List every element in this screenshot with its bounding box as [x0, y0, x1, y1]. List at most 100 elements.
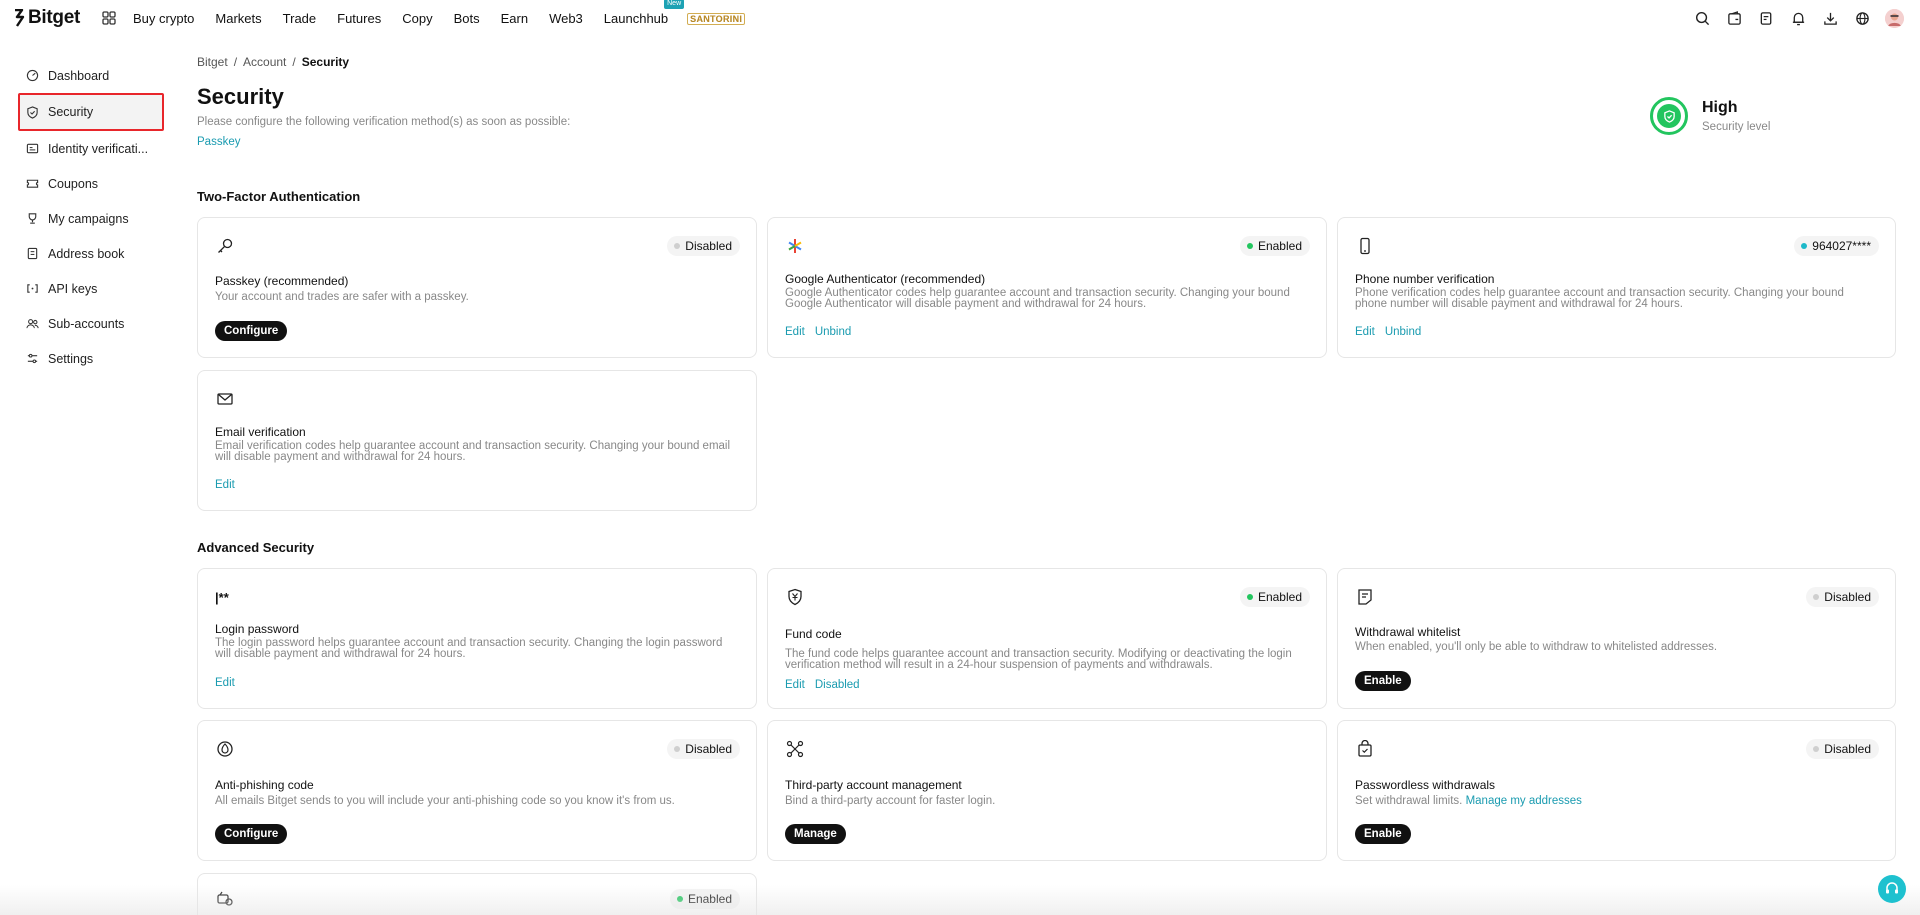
edit-link[interactable]: Edit — [215, 677, 235, 689]
globe-icon[interactable] — [1853, 9, 1872, 28]
nav-web3[interactable]: Web3 — [549, 11, 583, 26]
status-label: Disabled — [1824, 742, 1871, 756]
nav-copy[interactable]: Copy — [402, 11, 432, 26]
section-advanced: Advanced Security — [197, 540, 315, 555]
bitget-logo-icon — [15, 9, 25, 27]
nav-buy-crypto[interactable]: Buy crypto — [133, 11, 194, 26]
manage-third-party-button[interactable]: Manage — [785, 824, 846, 844]
status-badge: Enabled — [669, 889, 740, 909]
status-badge: Disabled — [667, 236, 740, 256]
search-icon[interactable] — [1693, 9, 1712, 28]
nav-trade[interactable]: Trade — [283, 11, 316, 26]
card-description: Phone verification codes help guarantee … — [1355, 287, 1844, 310]
breadcrumb-account[interactable]: Account — [243, 55, 286, 69]
top-nav: Bitget Buy crypto Markets Trade Futures … — [0, 0, 1920, 37]
unbind-link[interactable]: Unbind — [815, 326, 851, 338]
card-title: Login password — [215, 622, 300, 636]
coupon-icon — [26, 177, 39, 190]
users-icon — [26, 317, 39, 330]
main-menu: Buy crypto Markets Trade Futures Copy Bo… — [133, 0, 746, 37]
card-description: All emails Bitget sends to you will incl… — [215, 795, 675, 807]
bitget-logo[interactable]: Bitget — [12, 7, 80, 29]
bell-icon[interactable] — [1789, 9, 1808, 28]
new-badge: New — [664, 0, 685, 9]
security-level-badge — [1650, 97, 1688, 135]
card-title: Third-party account management — [785, 778, 962, 792]
orders-icon[interactable] — [1757, 9, 1776, 28]
sidebar-item-sub-accounts[interactable]: Sub-accounts — [18, 306, 164, 341]
withdrawal-whitelist-card: Disabled Withdrawal whitelist When enabl… — [1337, 568, 1896, 709]
sidebar-item-coupons[interactable]: Coupons — [18, 166, 164, 201]
nav-earn[interactable]: Earn — [501, 11, 528, 26]
sidebar-item-security[interactable]: Security — [18, 93, 164, 131]
card-description-text: Set withdrawal limits. — [1355, 795, 1463, 807]
nav-futures[interactable]: Futures — [337, 11, 381, 26]
security-level: High Security level — [1650, 97, 1770, 135]
google-authenticator-card: Enabled Google Authenticator (recommende… — [767, 217, 1327, 358]
nav-markets[interactable]: Markets — [215, 11, 261, 26]
status-dot — [674, 746, 681, 752]
breadcrumb: Bitget / Account / Security — [197, 55, 349, 69]
status-badge: Disabled — [1806, 739, 1879, 759]
apps-grid-icon[interactable] — [102, 11, 116, 25]
section-two-factor: Two-Factor Authentication — [197, 189, 361, 204]
unbind-link[interactable]: Unbind — [1385, 326, 1421, 338]
trophy-icon — [26, 212, 39, 225]
card-title: Withdrawal whitelist — [1355, 625, 1461, 639]
wallet-icon[interactable] — [1725, 9, 1744, 28]
status-label: Enabled — [687, 892, 732, 906]
phone-number: 964027**** — [1812, 239, 1871, 253]
edit-link[interactable]: Edit — [785, 679, 805, 691]
nav-launchhub[interactable]: Launchhub New — [604, 0, 685, 26]
enable-whitelist-button[interactable]: Enable — [1355, 671, 1411, 691]
sidebar-item-identity[interactable]: Identity verificati... — [18, 131, 164, 166]
security-level-label: Security level — [1702, 121, 1771, 133]
configure-passkey-button[interactable]: Configure — [215, 321, 288, 341]
dashboard-icon — [26, 69, 39, 82]
anti-phishing-card: Disabled Anti-phishing code All emails B… — [197, 720, 757, 861]
manage-addresses-link[interactable]: Manage my addresses — [1466, 795, 1582, 807]
santorini-promo[interactable]: SANTORINI — [687, 12, 746, 25]
passkey-link[interactable]: Passkey — [197, 136, 240, 148]
email-verification-card: Email verification Email verification co… — [197, 370, 757, 511]
nav-bots[interactable]: Bots — [454, 11, 480, 26]
disable-link[interactable]: Disabled — [815, 679, 860, 691]
support-chat-button[interactable] — [1878, 875, 1906, 903]
card-actions: Edit Unbind — [1355, 326, 1421, 338]
card-description: The fund code helps guarantee account an… — [785, 648, 1292, 671]
configure-anti-phishing-button[interactable]: Configure — [215, 824, 288, 844]
sidebar-item-label: Sub-accounts — [48, 316, 125, 331]
sidebar-item-api-keys[interactable]: API keys — [18, 271, 164, 306]
sidebar-item-dashboard[interactable]: Dashboard — [18, 58, 164, 93]
phone-icon — [1355, 236, 1375, 256]
enable-passwordless-button[interactable]: Enable — [1355, 824, 1411, 844]
book-icon — [26, 247, 39, 260]
status-badge: Disabled — [1806, 587, 1879, 607]
sidebar-item-address-book[interactable]: Address book — [18, 236, 164, 271]
breadcrumb-separator: / — [233, 55, 238, 69]
status-dot — [1246, 243, 1253, 249]
sidebar-item-campaigns[interactable]: My campaigns — [18, 201, 164, 236]
api-icon — [26, 282, 39, 295]
google-authenticator-icon — [785, 236, 805, 256]
sidebar-item-settings[interactable]: Settings — [18, 341, 164, 376]
breadcrumb-current: Security — [301, 55, 350, 69]
shield-icon — [26, 105, 39, 119]
status-label: Enabled — [1257, 239, 1302, 253]
page-subtitle: Please configure the following verificat… — [197, 116, 571, 128]
key-icon — [215, 236, 235, 256]
edit-link[interactable]: Edit — [1355, 326, 1375, 338]
edit-link[interactable]: Edit — [215, 479, 235, 491]
sidebar-item-label: Coupons — [48, 176, 99, 191]
whitelist-icon — [1355, 587, 1375, 607]
sidebar-item-label: API keys — [48, 281, 98, 296]
breadcrumb-bitget[interactable]: Bitget — [197, 55, 228, 69]
shield-check-icon — [1657, 104, 1681, 128]
download-icon[interactable] — [1821, 9, 1840, 28]
status-badge: Enabled — [1239, 587, 1310, 607]
user-avatar[interactable] — [1885, 9, 1904, 28]
edit-link[interactable]: Edit — [785, 326, 805, 338]
status-label: Disabled — [1824, 590, 1871, 604]
mail-icon — [215, 389, 235, 409]
account-sidebar: Dashboard Security Identity verificati..… — [18, 58, 164, 376]
